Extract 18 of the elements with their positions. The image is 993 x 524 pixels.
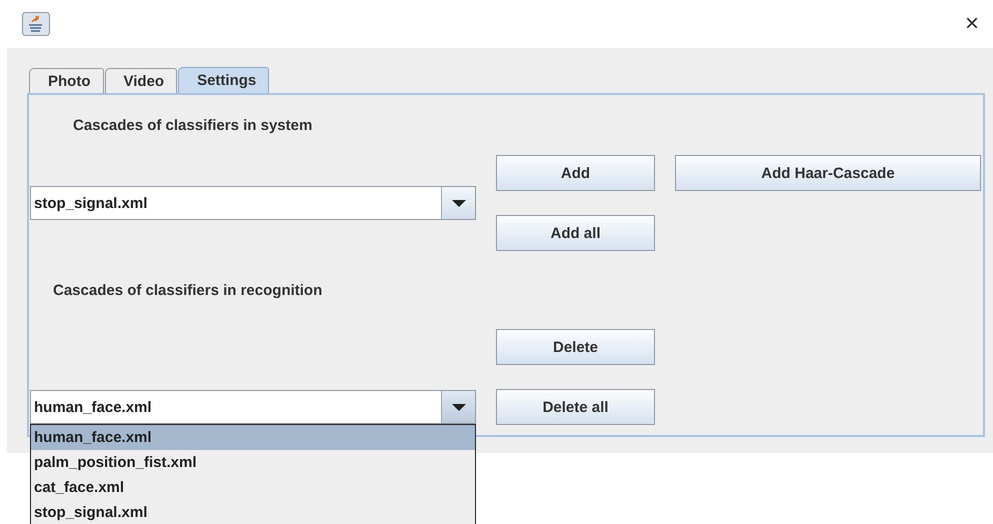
dropdown[interactable]: human_face.xml: [30, 390, 476, 424]
section-label: Cascades of classifiers in recognition: [52, 282, 324, 298]
dropdown-option[interactable]: human_face.xml: [31, 425, 475, 450]
delete-button[interactable]: Delete: [496, 329, 655, 365]
tab[interactable]: Photo: [29, 68, 104, 93]
delete-all-button[interactable]: Delete all: [496, 389, 655, 425]
close-button[interactable]: ×: [964, 10, 979, 38]
add-all-button[interactable]: Add all: [496, 215, 655, 251]
dropdown-option[interactable]: stop_signal.xml: [31, 500, 475, 524]
add-haar-cascade-button[interactable]: Add Haar-Cascade: [675, 155, 981, 191]
add-button[interactable]: Add: [496, 155, 655, 191]
dropdown-option[interactable]: cat_face.xml: [31, 475, 475, 500]
tab[interactable]: Video: [104, 68, 178, 93]
dropdown[interactable]: stop_signal.xml: [30, 186, 476, 220]
dropdown-option[interactable]: palm_position_fist.xml: [31, 450, 475, 475]
app-icon: [22, 12, 50, 36]
section-label: Cascades of classifiers in system: [72, 116, 314, 134]
tab[interactable]: Settings: [178, 67, 270, 93]
